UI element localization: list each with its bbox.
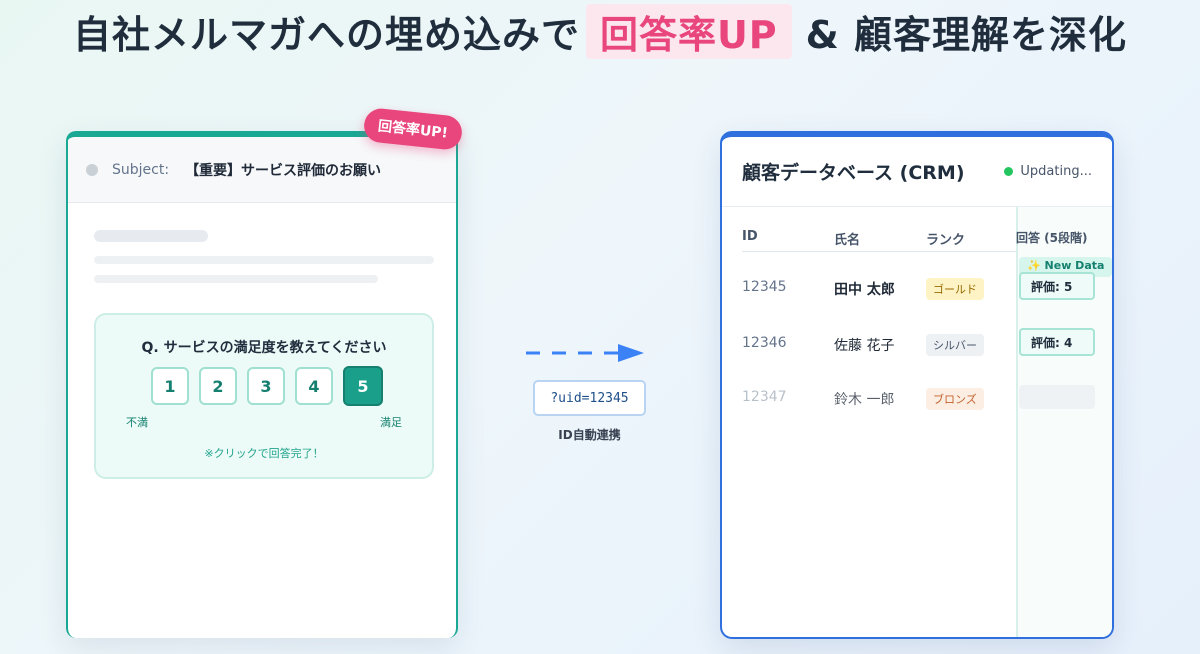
row-2-response-text: 評価: 4: [1031, 335, 1073, 350]
headline-prefix: 自社メルマガへの埋め込みで: [72, 13, 580, 57]
headline-suffix: & 顧客理解を深化: [805, 13, 1128, 57]
row-3-rank-tag: ブロンズ: [926, 388, 984, 410]
row-2-name: 佐藤 花子: [834, 338, 895, 354]
survey-note: ※クリックで回答完了！: [204, 447, 324, 460]
row-1-id: 12345: [742, 279, 787, 295]
email-preview-card: Subject: 【重要】サービス評価のお願い Q. サービスの満足度を教えてく…: [66, 131, 458, 638]
row-1-response-text: 評価: 5: [1031, 279, 1073, 294]
row-3-name: 鈴木 一郎: [834, 392, 895, 408]
status-green-dot-icon: [1004, 167, 1014, 176]
crm-header: 顧客データベース (CRM) Updating...: [722, 137, 1112, 207]
page-headline: 自社メルマガへの埋め込みで 回答率UP & 顧客理解を深化: [0, 4, 1200, 59]
col-header-name: 氏名: [834, 233, 861, 248]
header-divider: [742, 251, 1016, 252]
col-header-response: 回答 (5段階): [1016, 231, 1088, 245]
skeleton-line: [94, 275, 378, 283]
email-header: Subject: 【重要】サービス評価のお願い: [68, 137, 456, 203]
rating-button-3[interactable]: 3: [247, 367, 285, 405]
status-dot-icon: [86, 163, 98, 176]
row-2-response: 評価: 4: [1019, 328, 1095, 356]
scale-low-label: 不満: [126, 416, 148, 429]
row-2-id: 12346: [742, 335, 787, 351]
skeleton-line: [94, 256, 434, 264]
col-header-rank: ランク: [926, 233, 966, 248]
row-1-name: 田中 太郎: [834, 282, 895, 298]
rating-button-1[interactable]: 1: [151, 367, 189, 405]
rating-button-5[interactable]: 5: [343, 366, 383, 406]
headline-highlight: 回答率UP: [585, 4, 792, 59]
row-2-rank-tag: シルバー: [926, 334, 984, 356]
row-1-rank-tag: ゴールド: [926, 278, 984, 300]
scale-high-label: 満足: [380, 416, 402, 429]
survey-question: Q. サービスの満足度を教えてください: [141, 340, 387, 356]
survey-widget: Q. サービスの満足度を教えてください 1 2 3 4 5 不満 満足 ※クリッ…: [94, 313, 434, 479]
dashed-arrow-icon: [526, 344, 644, 362]
crm-status-text: Updating...: [1020, 164, 1092, 179]
col-header-id: ID: [742, 229, 758, 244]
rating-button-4[interactable]: 4: [295, 367, 333, 405]
crm-card: 顧客データベース (CRM) Updating... ID 氏名 ランク 回答 …: [720, 131, 1114, 639]
rating-button-2[interactable]: 2: [199, 367, 237, 405]
rating-buttons: 1 2 3 4 5: [151, 366, 383, 406]
uid-parameter: ?uid=12345: [533, 380, 646, 416]
id-link-label: ID自動連携: [558, 428, 621, 442]
row-1-response: 評価: 5: [1019, 272, 1095, 300]
subject-text: 【重要】サービス評価のお願い: [185, 162, 382, 179]
skeleton-line: [94, 230, 208, 242]
subject-label: Subject:: [112, 161, 170, 178]
crm-status: Updating...: [1004, 164, 1092, 179]
row-3-response-empty: [1019, 385, 1095, 409]
row-3-id: 12347: [742, 389, 787, 405]
crm-title: 顧客データベース (CRM): [742, 162, 965, 184]
